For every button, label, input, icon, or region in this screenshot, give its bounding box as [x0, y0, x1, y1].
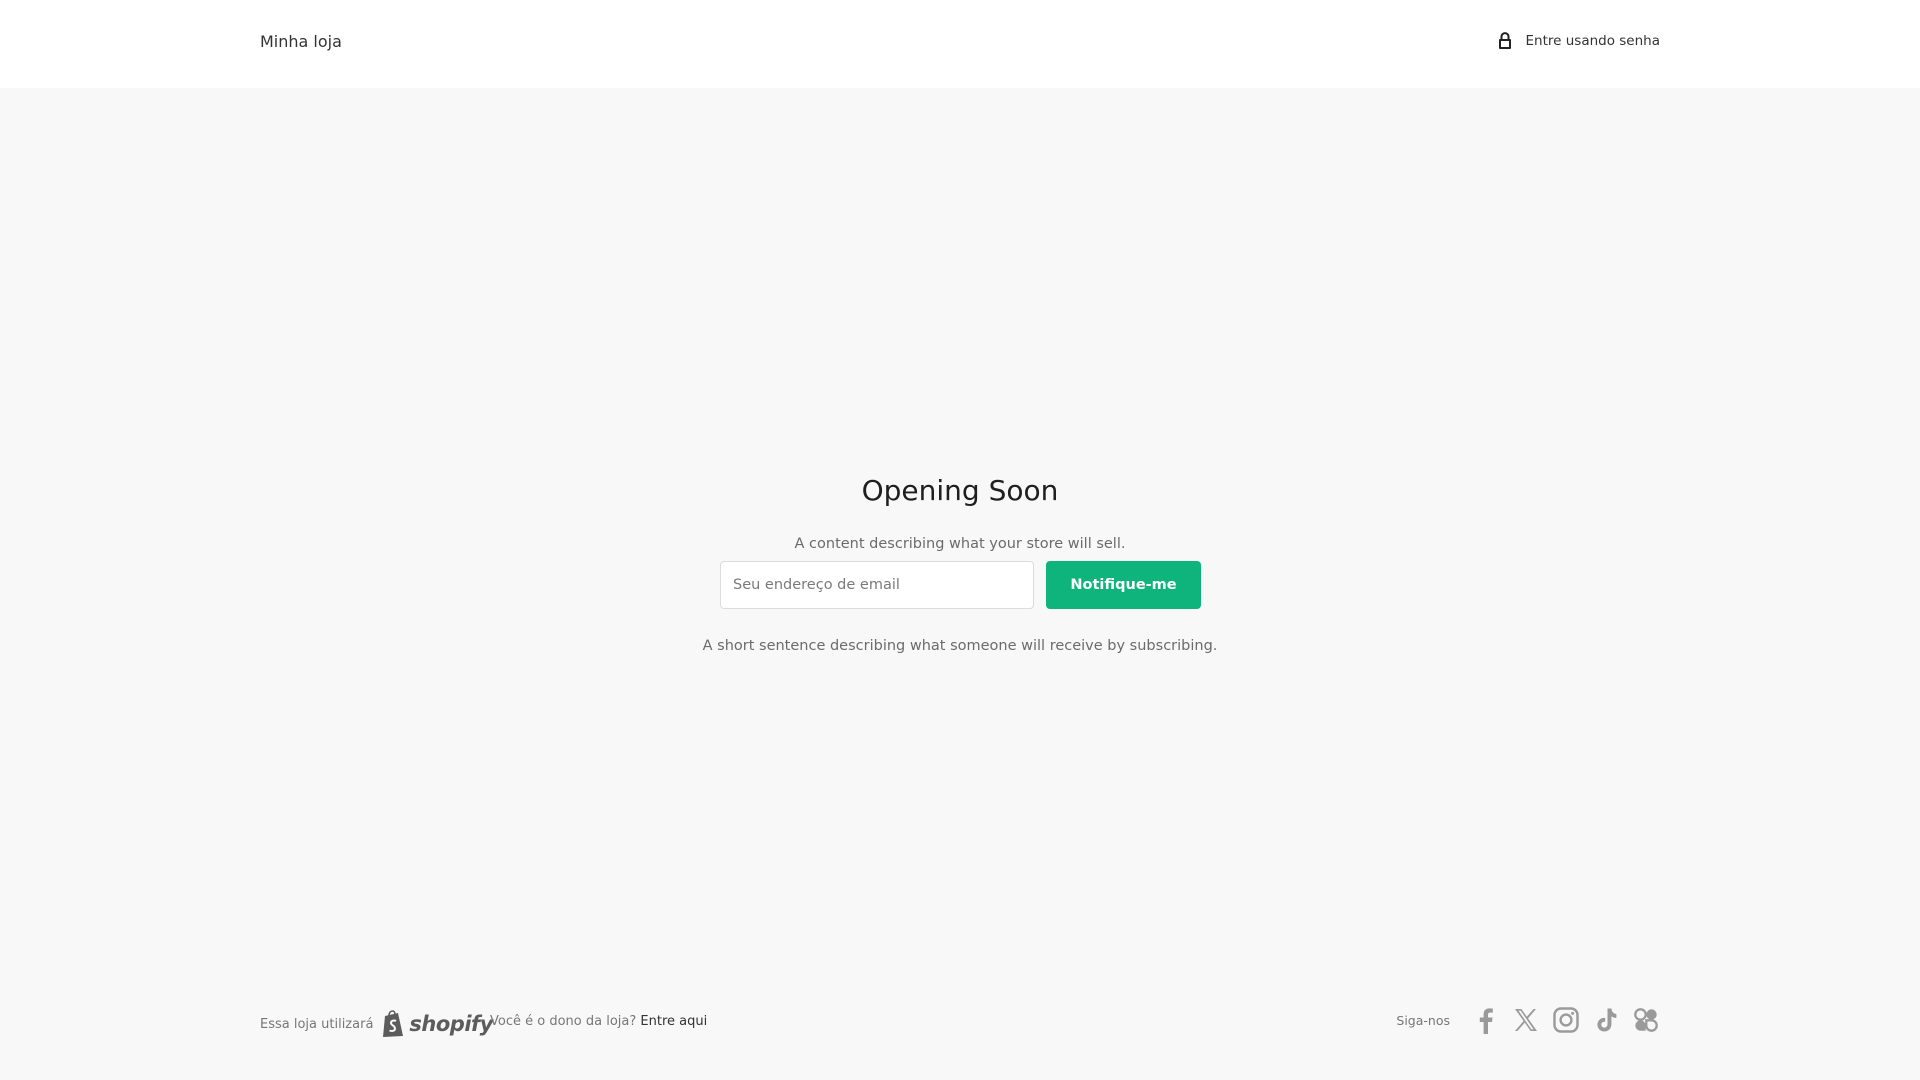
shopify-logo-link[interactable]: shopify [381, 1010, 493, 1038]
email-input[interactable] [720, 561, 1034, 609]
main-content: Opening Soon A content describing what y… [0, 88, 1920, 968]
store-description: A content describing what your store wil… [794, 536, 1126, 552]
owner-question: Você é o dono da loja? [490, 1014, 637, 1029]
shopify-wordmark: shopify [409, 1012, 493, 1036]
instagram-icon[interactable] [1552, 1006, 1580, 1034]
social-follow: Siga-nos [1396, 1006, 1660, 1034]
newsletter-form: Notifique-me [720, 561, 1201, 609]
site-footer: Essa loja utilizará shopify Você é o don… [0, 990, 1920, 1060]
page-title: Opening Soon [861, 474, 1059, 507]
notify-button[interactable]: Notifique-me [1046, 561, 1201, 609]
powered-by: Essa loja utilizará shopify [260, 1010, 493, 1038]
site-header: Minha loja Entre usando senha [0, 0, 1920, 88]
shopify-bag-icon [381, 1010, 405, 1038]
tiktok-icon[interactable] [1592, 1006, 1620, 1034]
x-icon[interactable] [1512, 1006, 1540, 1034]
owner-login-link[interactable]: Entre aqui [640, 1014, 707, 1029]
social-links [1472, 1006, 1660, 1034]
lock-icon [1498, 32, 1512, 50]
password-login-link[interactable]: Entre usando senha [1498, 32, 1661, 50]
facebook-icon[interactable] [1472, 1006, 1500, 1034]
owner-login: Você é o dono da loja? Entre aqui [490, 1014, 707, 1029]
powered-by-label: Essa loja utilizará [260, 1016, 374, 1032]
subscribe-description: A short sentence describing what someone… [702, 638, 1218, 654]
pinterest-icon[interactable] [1632, 1006, 1660, 1034]
follow-label: Siga-nos [1396, 1012, 1450, 1028]
password-login-label: Entre usando senha [1525, 33, 1661, 49]
store-name-link[interactable]: Minha loja [260, 32, 342, 51]
